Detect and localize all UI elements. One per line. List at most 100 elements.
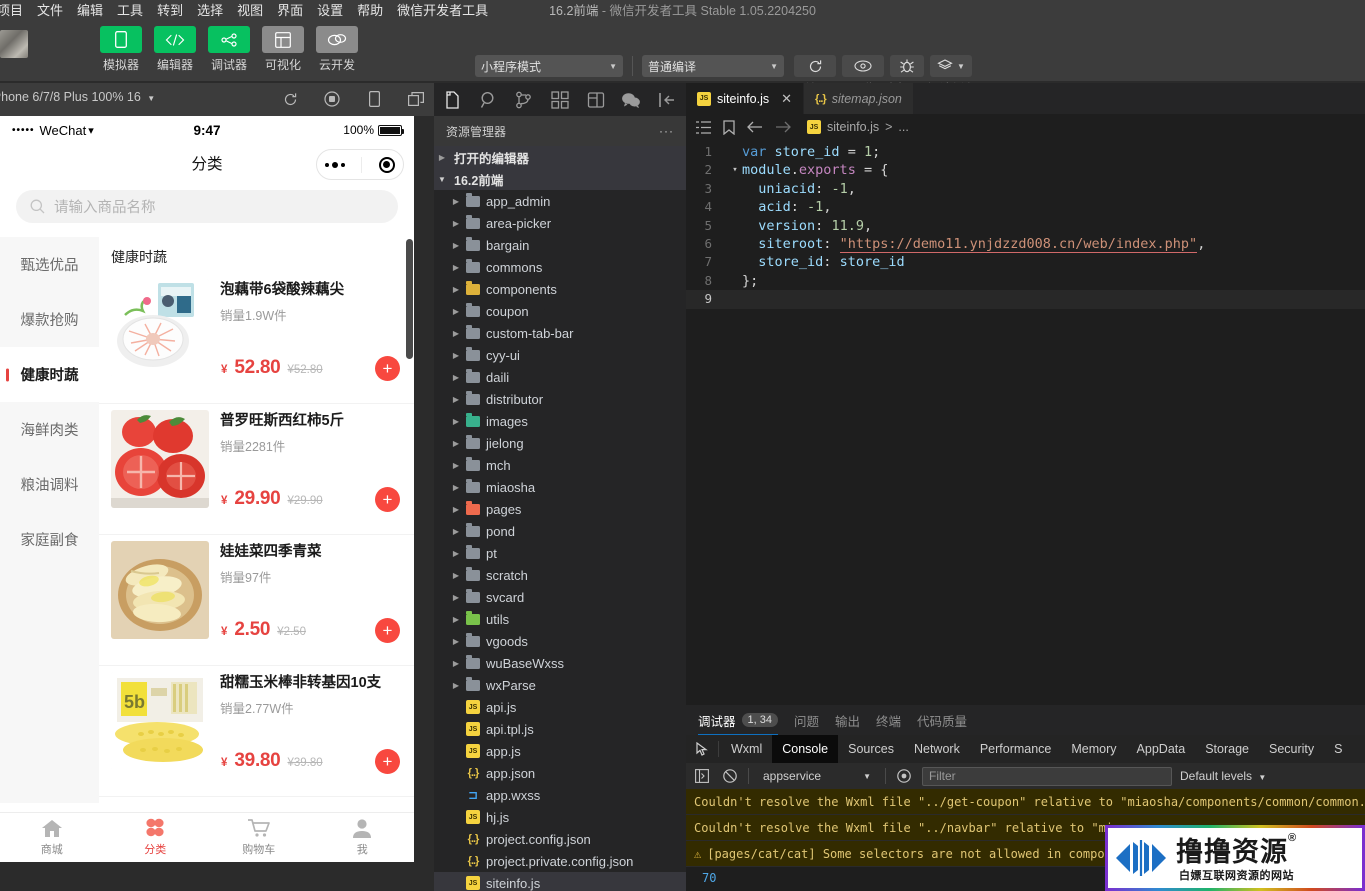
tree-item-app-js[interactable]: JS app.js bbox=[434, 740, 686, 762]
extensions-icon[interactable] bbox=[547, 87, 573, 113]
toolbar-simulator-button[interactable]: 模拟器 bbox=[100, 26, 142, 73]
product-row[interactable]: 娃娃菜四季青菜 销量97件 ¥ 2.50 ¥2.50 + bbox=[99, 535, 414, 666]
tree-item-project-config-json[interactable]: {..} project.config.json bbox=[434, 828, 686, 850]
tree-item-app-wxss[interactable]: ⊐ app.wxss bbox=[434, 784, 686, 806]
devtools-tab-security[interactable]: Security bbox=[1259, 735, 1324, 763]
editor-tab-siteinfo[interactable]: JS siteinfo.js ✕ bbox=[686, 83, 805, 114]
tabbar-item-cart[interactable]: 购物车 bbox=[207, 813, 311, 862]
tree-item-project-private-config-json[interactable]: {..} project.private.config.json bbox=[434, 850, 686, 872]
chevron-right-icon[interactable]: ▶ bbox=[448, 219, 464, 228]
mode-select[interactable]: 小程序模式 ▼ bbox=[475, 55, 623, 77]
tabbar-item-home[interactable]: 商城 bbox=[0, 813, 104, 862]
close-icon[interactable]: ✕ bbox=[781, 91, 792, 107]
category-item-3[interactable]: 海鲜肉类 bbox=[0, 402, 99, 457]
more-dots-icon[interactable] bbox=[325, 161, 346, 168]
menu-item-5[interactable]: 选择 bbox=[190, 1, 230, 21]
code-line[interactable]: 3 uniacid: -1, bbox=[686, 180, 1365, 198]
record-icon[interactable] bbox=[320, 88, 344, 110]
project-thumbnail[interactable] bbox=[0, 30, 28, 58]
chevron-right-icon[interactable]: ▶ bbox=[448, 241, 464, 250]
console-settings-icon[interactable] bbox=[894, 766, 914, 786]
menu-item-2[interactable]: 编辑 bbox=[70, 1, 110, 21]
category-item-1[interactable]: 爆款抢购 bbox=[0, 292, 99, 347]
code-line[interactable]: 8}; bbox=[686, 272, 1365, 290]
tree-item-miaosha[interactable]: ▶ miaosha bbox=[434, 476, 686, 498]
compile-button[interactable] bbox=[794, 55, 836, 77]
toolbar-visual-button[interactable]: 可视化 bbox=[262, 26, 304, 73]
chevron-right-icon[interactable]: ▶ bbox=[448, 483, 464, 492]
menu-item-10[interactable]: 微信开发者工具 bbox=[390, 1, 495, 21]
product-list[interactable]: 健康时蔬 泡藕带6袋酸辣藕尖 销量1.9W件 ¥ 52.80 ¥52.80 + … bbox=[99, 237, 414, 803]
console-levels-select[interactable]: Default levels ▼ bbox=[1180, 769, 1266, 783]
toolbar-debugger-button[interactable]: 调试器 bbox=[208, 26, 250, 73]
clear-cache-button[interactable]: ▼ bbox=[930, 55, 972, 77]
code-line[interactable]: 6 siteroot: "https://demo11.ynjdzzd008.c… bbox=[686, 235, 1365, 254]
tree-item-app-json[interactable]: {..} app.json bbox=[434, 762, 686, 784]
category-item-2[interactable]: 健康时蔬 bbox=[0, 347, 99, 402]
tree-item-pages[interactable]: ▶ pages bbox=[434, 498, 686, 520]
debugger-tab-debugger[interactable]: 调试器 1, 34 bbox=[698, 705, 778, 735]
tree-item-utils[interactable]: ▶ utils bbox=[434, 608, 686, 630]
explorer-more-icon[interactable]: ··· bbox=[659, 124, 674, 138]
debugger-tab-terminal[interactable]: 终端 bbox=[876, 705, 901, 735]
add-to-cart-button[interactable]: + bbox=[375, 487, 400, 512]
chevron-right-icon[interactable]: ▶ bbox=[448, 417, 464, 426]
menu-item-1[interactable]: 文件 bbox=[30, 1, 70, 21]
fold-arrow-icon[interactable]: ▾ bbox=[728, 161, 742, 179]
tree-item-area-picker[interactable]: ▶ area-picker bbox=[434, 212, 686, 234]
chevron-right-icon[interactable]: ▶ bbox=[448, 637, 464, 646]
add-to-cart-button[interactable]: + bbox=[375, 356, 400, 381]
menu-item-4[interactable]: 转到 bbox=[150, 1, 190, 21]
device-select[interactable]: iPhone 6/7/8 Plus 100% 16 ▼ bbox=[0, 90, 155, 104]
add-to-cart-button[interactable]: + bbox=[375, 618, 400, 643]
tree-item-distributor[interactable]: ▶ distributor bbox=[434, 388, 686, 410]
devtools-tab-storage[interactable]: Storage bbox=[1195, 735, 1259, 763]
tree-item-hj-js[interactable]: JS hj.js bbox=[434, 806, 686, 828]
console-filter-input[interactable]: Filter bbox=[922, 766, 1172, 786]
menu-item-8[interactable]: 设置 bbox=[310, 1, 350, 21]
chevron-right-icon[interactable]: ▶ bbox=[448, 681, 464, 690]
category-item-4[interactable]: 粮油调料 bbox=[0, 457, 99, 512]
tree-item-svcard[interactable]: ▶ svcard bbox=[434, 586, 686, 608]
tree-item-pt[interactable]: ▶ pt bbox=[434, 542, 686, 564]
chevron-right-icon[interactable]: ▶ bbox=[448, 351, 464, 360]
devtools-tab-network[interactable]: Network bbox=[904, 735, 970, 763]
tree-item-images[interactable]: ▶ images bbox=[434, 410, 686, 432]
tree-item-api-tpl-js[interactable]: JS api.tpl.js bbox=[434, 718, 686, 740]
tree-root[interactable]: ▼ 16.2前端 bbox=[434, 168, 686, 190]
rotate-device-icon[interactable] bbox=[362, 88, 386, 110]
chevron-right-icon[interactable]: ▶ bbox=[448, 461, 464, 470]
tree-item-daili[interactable]: ▶ daili bbox=[434, 366, 686, 388]
console-sidebar-icon[interactable] bbox=[692, 766, 712, 786]
console-message[interactable]: Couldn't resolve the Wxml file "../get-c… bbox=[686, 789, 1365, 815]
console-context-select[interactable]: appservice ▼ bbox=[757, 767, 877, 786]
chevron-right-icon[interactable]: ▶ bbox=[448, 395, 464, 404]
chevron-right-icon[interactable]: ▶ bbox=[448, 505, 464, 514]
tree-item-wubasewxss[interactable]: ▶ wuBaseWxss bbox=[434, 652, 686, 674]
devtools-tab-appdata[interactable]: AppData bbox=[1127, 735, 1196, 763]
category-item-5[interactable]: 家庭副食 bbox=[0, 512, 99, 567]
breadcrumb-rest[interactable]: ... bbox=[898, 120, 908, 134]
tree-open-editors[interactable]: ▶ 打开的编辑器 bbox=[434, 146, 686, 168]
remote-debug-button[interactable] bbox=[890, 55, 924, 77]
chevron-right-icon[interactable]: ▶ bbox=[448, 439, 464, 448]
tree-item-coupon[interactable]: ▶ coupon bbox=[434, 300, 686, 322]
chevron-right-icon[interactable]: ▶ bbox=[448, 549, 464, 558]
add-to-cart-button[interactable]: + bbox=[375, 749, 400, 774]
chevron-right-icon[interactable]: ▶ bbox=[448, 197, 464, 206]
chevron-right-icon[interactable]: ▶ bbox=[448, 659, 464, 668]
search-icon[interactable] bbox=[476, 87, 502, 113]
tree-item-api-js[interactable]: JS api.js bbox=[434, 696, 686, 718]
toolbar-editor-button[interactable]: 编辑器 bbox=[154, 26, 196, 73]
wechat-icon[interactable] bbox=[619, 87, 645, 113]
tree-item-siteinfo-js[interactable]: JS siteinfo.js bbox=[434, 872, 686, 891]
category-item-0[interactable]: 甄选优品 bbox=[0, 237, 99, 292]
breadcrumb-file[interactable]: siteinfo.js bbox=[827, 120, 879, 134]
tree-item-commons[interactable]: ▶ commons bbox=[434, 256, 686, 278]
code-line[interactable]: 5 version: 11.9, bbox=[686, 217, 1365, 235]
tree-item-cyy-ui[interactable]: ▶ cyy-ui bbox=[434, 344, 686, 366]
source-control-icon[interactable] bbox=[511, 87, 537, 113]
chevron-right-icon[interactable]: ▶ bbox=[448, 373, 464, 382]
product-row[interactable]: 5b 甜糯玉米棒非转基因10支 销量2.77W件 ¥ 39.80 ¥39.80 … bbox=[99, 666, 414, 797]
code-line[interactable]: 2 ▾ module.exports = { bbox=[686, 161, 1365, 179]
